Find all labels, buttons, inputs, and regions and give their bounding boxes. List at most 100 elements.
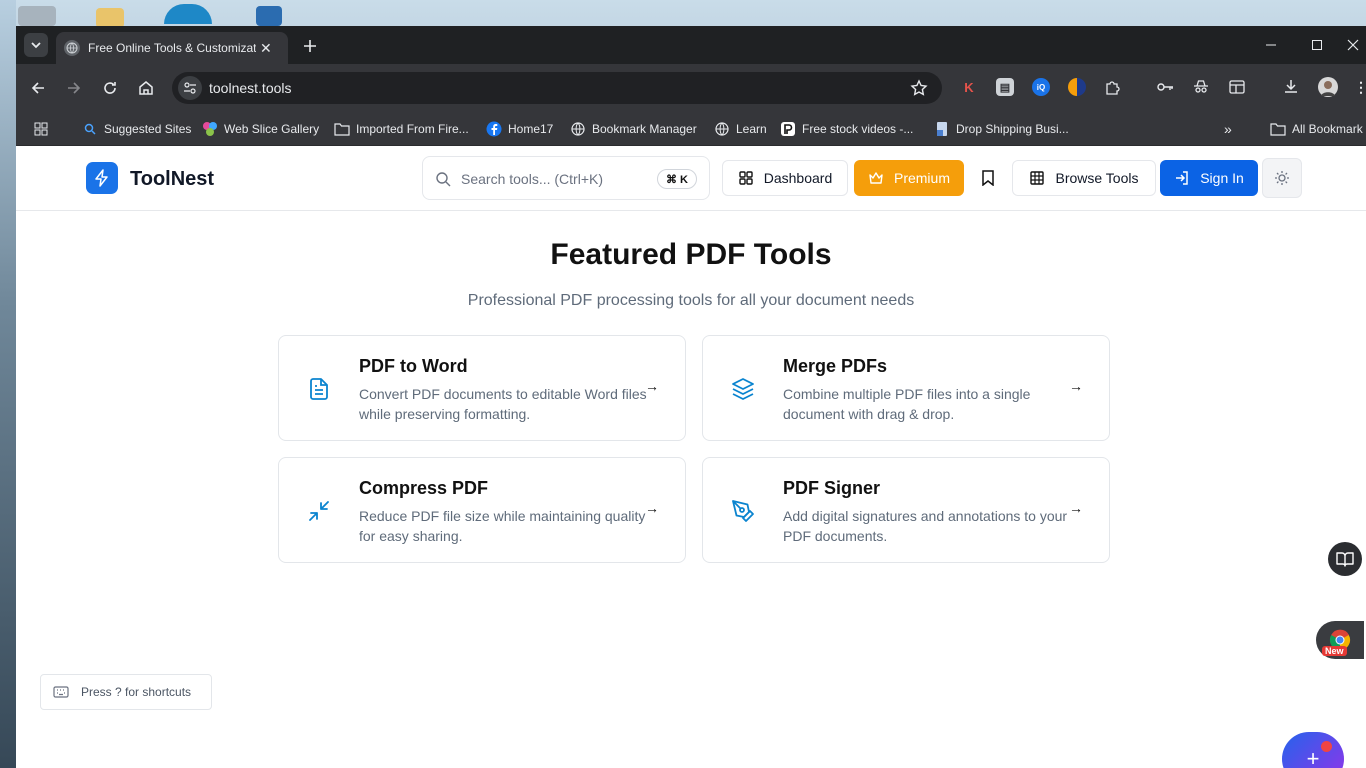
bookmark-suggested-sites[interactable]: Suggested Sites: [82, 120, 191, 138]
crown-icon: [869, 172, 883, 184]
plus-icon: [304, 40, 316, 52]
tool-description: Combine multiple PDF files into a single…: [783, 386, 1031, 422]
keyboard-icon: [53, 686, 69, 698]
book-open-icon: [1336, 552, 1354, 567]
download-icon[interactable]: [1282, 78, 1300, 96]
maximize-button[interactable]: [1294, 32, 1340, 58]
bookmark-home17[interactable]: Home17: [486, 120, 553, 138]
sign-in-label: Sign In: [1200, 170, 1244, 186]
address-bar[interactable]: toolnest.tools: [172, 72, 942, 104]
browser-toolbar: toolnest.tools K ▤ iQ ⋮: [16, 64, 1366, 112]
bookmark-learn[interactable]: Learn: [714, 120, 767, 138]
site-info-icon[interactable]: [178, 76, 202, 100]
bookmark-imported-from-firefox[interactable]: Imported From Fire...: [334, 120, 469, 138]
bookmark-web-slice-gallery[interactable]: Web Slice Gallery: [202, 120, 319, 138]
tool-card-pdf-to-word[interactable]: PDF to Word Convert PDF documents to edi…: [278, 335, 686, 441]
tool-description: Reduce PDF file size while maintaining q…: [359, 508, 646, 544]
log-in-icon: [1176, 171, 1188, 185]
tool-description: Add digital signatures and annotations t…: [783, 508, 1068, 544]
sign-in-button[interactable]: Sign In: [1160, 160, 1258, 196]
avatar[interactable]: [1318, 77, 1338, 97]
puzzle-icon[interactable]: [1104, 78, 1122, 96]
desktop-icon[interactable]: [256, 6, 282, 26]
tool-title: PDF Signer: [783, 478, 881, 498]
arrow-right-icon: [68, 82, 81, 94]
reload-button[interactable]: [98, 76, 122, 100]
globe-icon: [64, 40, 80, 56]
search-input[interactable]: [461, 169, 641, 189]
pen-tool-icon: [731, 499, 755, 523]
bookmark-bookmark-manager[interactable]: Bookmark Manager: [570, 120, 697, 138]
all-bookmarks[interactable]: All Bookmark: [1270, 120, 1363, 138]
dashboard-button[interactable]: Dashboard: [722, 160, 848, 196]
star-icon[interactable]: [910, 79, 928, 97]
menu-icon[interactable]: ⋮: [1352, 78, 1366, 96]
tool-card-merge-pdfs[interactable]: Merge PDFs Combine multiple PDF files in…: [702, 335, 1110, 441]
reading-mode-button[interactable]: [1328, 542, 1362, 576]
extension-icon[interactable]: ▤: [996, 78, 1014, 96]
tab-title: Free Online Tools & Customizat: [88, 41, 256, 55]
premium-button[interactable]: Premium: [854, 160, 964, 196]
browser-window: Free Online Tools & Customizat ✕ toolnes…: [16, 26, 1366, 768]
layers-icon: [731, 377, 755, 401]
bing-icon: [82, 121, 98, 137]
bookmark-button[interactable]: [974, 160, 1002, 196]
desktop-icon[interactable]: [164, 4, 212, 24]
new-label: New: [1322, 646, 1347, 656]
bookmark-icon: [982, 170, 994, 186]
back-button[interactable]: [26, 76, 50, 100]
desktop-background: [0, 0, 16, 768]
minimize-button[interactable]: [1248, 32, 1294, 58]
dashboard-label: Dashboard: [763, 170, 833, 186]
home-button[interactable]: [134, 76, 158, 100]
page-icon: [934, 121, 950, 137]
url-text[interactable]: toolnest.tools: [209, 80, 292, 96]
web-page: ToolNest ⌘ K Dashboard Premium: [16, 146, 1366, 768]
tool-title: PDF to Word: [359, 356, 468, 376]
tab-search-button[interactable]: [24, 33, 48, 57]
close-icon[interactable]: ✕: [260, 40, 272, 57]
pexels-icon: [780, 121, 796, 137]
browser-tab[interactable]: Free Online Tools & Customizat ✕: [56, 32, 288, 64]
shortcuts-hint[interactable]: Press ? for shortcuts: [40, 674, 212, 710]
apps-icon[interactable]: [34, 120, 48, 138]
browse-tools-button[interactable]: Browse Tools: [1012, 160, 1156, 196]
tool-title: Compress PDF: [359, 478, 489, 498]
theme-toggle-button[interactable]: [1262, 158, 1302, 198]
desktop-icon[interactable]: [96, 8, 124, 28]
bookmark-free-stock-videos[interactable]: Free stock videos -...: [780, 120, 913, 138]
tool-description: Convert PDF documents to editable Word f…: [359, 386, 647, 422]
chevron-down-icon: [31, 42, 41, 49]
desktop-icon[interactable]: [18, 6, 56, 26]
brand-name[interactable]: ToolNest: [130, 168, 214, 191]
bolt-icon[interactable]: [86, 162, 118, 194]
tool-card-pdf-signer[interactable]: PDF Signer Add digital signatures and an…: [702, 457, 1110, 563]
globe-icon: [570, 121, 586, 137]
more-bookmarks-button[interactable]: »: [1224, 120, 1232, 138]
tool-card-compress-pdf[interactable]: Compress PDF Reduce PDF file size while …: [278, 457, 686, 563]
tool-title: Merge PDFs: [783, 356, 888, 376]
extension-iq-icon[interactable]: iQ: [1032, 78, 1050, 96]
table-icon: [1030, 171, 1045, 185]
bookmark-drop-shipping[interactable]: Drop Shipping Busi...: [934, 120, 1069, 138]
arrow-left-icon: [31, 82, 44, 94]
file-text-icon: [307, 377, 331, 401]
new-tab-button[interactable]: [298, 34, 322, 58]
extension-orange-icon[interactable]: [1068, 78, 1086, 96]
browse-tools-label: Browse Tools: [1055, 170, 1139, 186]
arrow-right-icon: →: [645, 500, 659, 516]
key-icon[interactable]: [1156, 78, 1174, 96]
globe-icon: [714, 121, 730, 137]
grid-icon: [739, 171, 753, 185]
side-panel-icon[interactable]: [1228, 78, 1246, 96]
new-feature-badge[interactable]: New: [1316, 621, 1364, 659]
extension-k-icon[interactable]: K: [960, 78, 978, 96]
tab-bar: Free Online Tools & Customizat ✕: [16, 26, 1366, 64]
search-box[interactable]: ⌘ K: [422, 156, 710, 200]
floating-action-button[interactable]: +: [1282, 732, 1344, 768]
incognito-icon[interactable]: [1192, 78, 1210, 96]
minimize-icon: [307, 499, 331, 523]
forward-button[interactable]: [62, 76, 86, 100]
close-window-button[interactable]: [1340, 32, 1366, 58]
arrow-right-icon: →: [1069, 378, 1083, 394]
